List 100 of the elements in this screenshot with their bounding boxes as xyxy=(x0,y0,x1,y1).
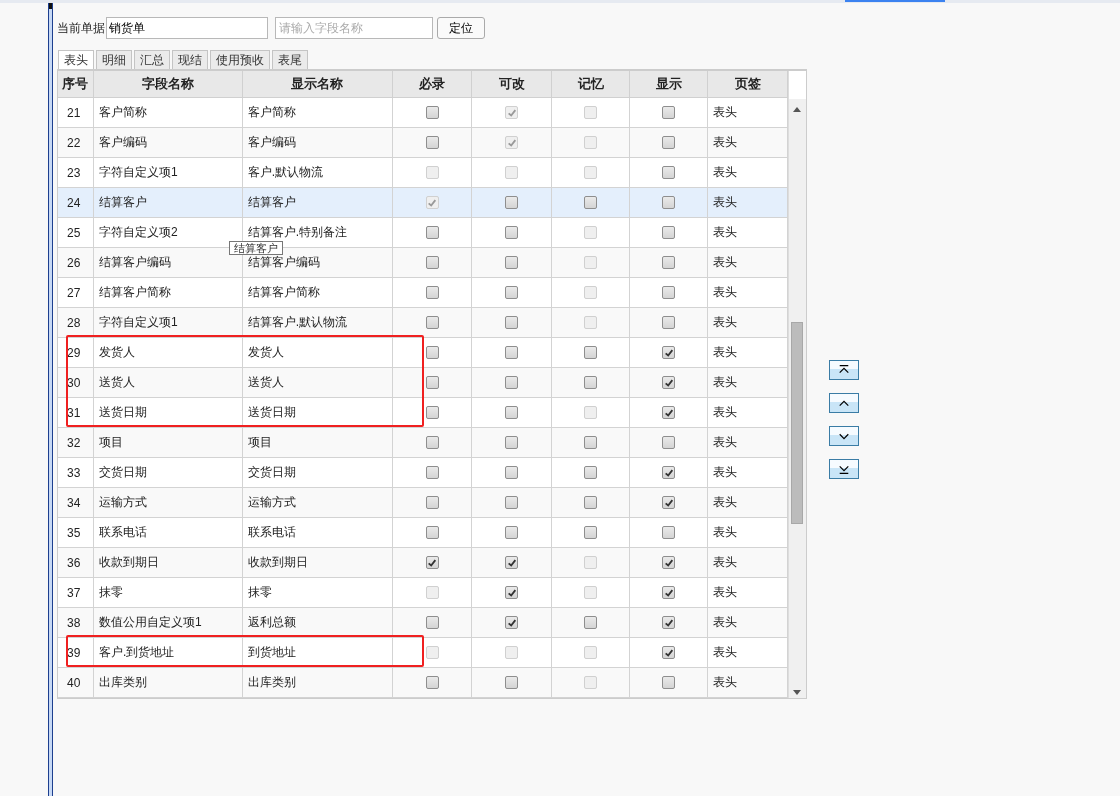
checkbox[interactable] xyxy=(584,436,598,449)
checkbox[interactable] xyxy=(662,646,676,659)
scrollbar-thumb[interactable] xyxy=(791,322,803,524)
scrollbar[interactable] xyxy=(788,71,806,698)
checkbox[interactable] xyxy=(425,676,439,689)
checkbox[interactable] xyxy=(425,406,439,419)
checkbox[interactable] xyxy=(505,586,519,599)
page-tab-name: 表头 xyxy=(713,134,738,151)
table-row[interactable]: 21 客户简称 客户简称 表头 xyxy=(58,98,788,128)
checkbox[interactable] xyxy=(505,256,519,269)
table-row[interactable]: 31 送货日期 送货日期 表头 xyxy=(58,398,788,428)
checkbox[interactable] xyxy=(425,286,439,299)
checkbox[interactable] xyxy=(662,586,676,599)
table-row[interactable]: 34 运输方式 运输方式 表头 xyxy=(58,488,788,518)
move-top-button[interactable] xyxy=(829,360,859,380)
scroll-up-icon[interactable] xyxy=(793,107,801,112)
table-row[interactable]: 32 项目 项目 表头 xyxy=(58,428,788,458)
checkbox[interactable] xyxy=(584,466,598,479)
checkbox[interactable] xyxy=(425,346,439,359)
checkbox[interactable] xyxy=(505,226,519,239)
checkbox[interactable] xyxy=(425,376,439,389)
checkbox[interactable] xyxy=(425,226,439,239)
checkbox[interactable] xyxy=(505,436,519,449)
checkbox[interactable] xyxy=(425,106,439,119)
checkbox[interactable] xyxy=(662,346,676,359)
checkbox[interactable] xyxy=(425,556,439,569)
splitter-bar[interactable] xyxy=(48,3,53,796)
checkbox[interactable] xyxy=(425,316,439,329)
checkbox[interactable] xyxy=(505,496,519,509)
checkbox[interactable] xyxy=(584,196,598,209)
checkbox[interactable] xyxy=(425,436,439,449)
checkbox[interactable] xyxy=(505,346,519,359)
checkbox[interactable] xyxy=(662,556,676,569)
checkbox[interactable] xyxy=(662,406,676,419)
checkbox[interactable] xyxy=(662,316,676,329)
move-up-button[interactable] xyxy=(829,393,859,413)
checkbox[interactable] xyxy=(662,136,676,149)
checkbox[interactable] xyxy=(584,376,598,389)
checkbox[interactable] xyxy=(425,526,439,539)
move-bottom-button[interactable] xyxy=(829,459,859,479)
tab[interactable]: 现结 xyxy=(172,50,208,69)
checkbox[interactable] xyxy=(584,616,598,629)
checkbox[interactable] xyxy=(425,466,439,479)
checkbox[interactable] xyxy=(505,316,519,329)
checkbox[interactable] xyxy=(505,616,519,629)
checkbox[interactable] xyxy=(662,256,676,269)
table-row[interactable]: 40 出库类别 出库类别 表头 xyxy=(58,668,788,698)
table-row[interactable]: 37 抹零 抹零 表头 xyxy=(58,578,788,608)
table-row[interactable]: 30 送货人 送货人 表头 xyxy=(58,368,788,398)
checkbox[interactable] xyxy=(662,526,676,539)
checkbox[interactable] xyxy=(662,106,676,119)
checkbox[interactable] xyxy=(505,196,519,209)
search-field[interactable]: 请输入字段名称 xyxy=(275,17,433,39)
table-row[interactable]: 22 客户编码 客户编码 表头 xyxy=(58,128,788,158)
table-row[interactable]: 36 收款到期日 收款到期日 表头 xyxy=(58,548,788,578)
checkbox[interactable] xyxy=(425,616,439,629)
page-tab-name: 表头 xyxy=(713,374,738,391)
tab[interactable]: 明细 xyxy=(96,50,132,69)
page-tab-name: 表头 xyxy=(713,674,738,691)
checkbox[interactable] xyxy=(584,346,598,359)
checkbox[interactable] xyxy=(505,286,519,299)
table-row[interactable]: 33 交货日期 交货日期 表头 xyxy=(58,458,788,488)
checkbox[interactable] xyxy=(425,256,439,269)
checkbox[interactable] xyxy=(505,556,519,569)
checkbox[interactable] xyxy=(584,496,598,509)
table-row[interactable]: 28 字符自定义项1 结算客户.默认物流 表头 xyxy=(58,308,788,338)
checkbox[interactable] xyxy=(505,406,519,419)
checkbox[interactable] xyxy=(662,436,676,449)
checkbox[interactable] xyxy=(425,496,439,509)
row-number: 40 xyxy=(67,675,81,690)
table-row[interactable]: 27 结算客户简称 结算客户简称 表头 xyxy=(58,278,788,308)
checkbox[interactable] xyxy=(505,676,519,689)
table-row[interactable]: 29 发货人 发货人 表头 xyxy=(58,338,788,368)
checkbox[interactable] xyxy=(425,136,439,149)
document-field[interactable]: 销货单 xyxy=(106,17,268,39)
table-row[interactable]: 24 结算客户 结算客户 表头 xyxy=(58,188,788,218)
tab[interactable]: 汇总 xyxy=(134,50,170,69)
checkbox[interactable] xyxy=(662,466,676,479)
tab[interactable]: 使用预收 xyxy=(210,50,270,69)
checkbox[interactable] xyxy=(662,286,676,299)
scroll-down-icon[interactable] xyxy=(793,690,801,695)
checkbox[interactable] xyxy=(505,526,519,539)
checkbox[interactable] xyxy=(662,226,676,239)
locate-button[interactable]: 定位 xyxy=(437,17,485,39)
checkbox[interactable] xyxy=(662,496,676,509)
checkbox[interactable] xyxy=(662,616,676,629)
checkbox[interactable] xyxy=(662,196,676,209)
checkbox[interactable] xyxy=(662,376,676,389)
tab[interactable]: 表头 xyxy=(58,50,94,69)
move-down-button[interactable] xyxy=(829,426,859,446)
table-row[interactable]: 38 数值公用自定义项1 返利总额 表头 xyxy=(58,608,788,638)
checkbox[interactable] xyxy=(505,376,519,389)
table-row[interactable]: 39 客户.到货地址 到货地址 表头 xyxy=(58,638,788,668)
checkbox[interactable] xyxy=(505,466,519,479)
table-row[interactable]: 23 字符自定义项1 客户.默认物流 表头 xyxy=(58,158,788,188)
checkbox[interactable] xyxy=(584,526,598,539)
table-row[interactable]: 35 联系电话 联系电话 表头 xyxy=(58,518,788,548)
checkbox[interactable] xyxy=(662,166,676,179)
checkbox[interactable] xyxy=(662,676,676,689)
tab[interactable]: 表尾 xyxy=(272,50,308,69)
